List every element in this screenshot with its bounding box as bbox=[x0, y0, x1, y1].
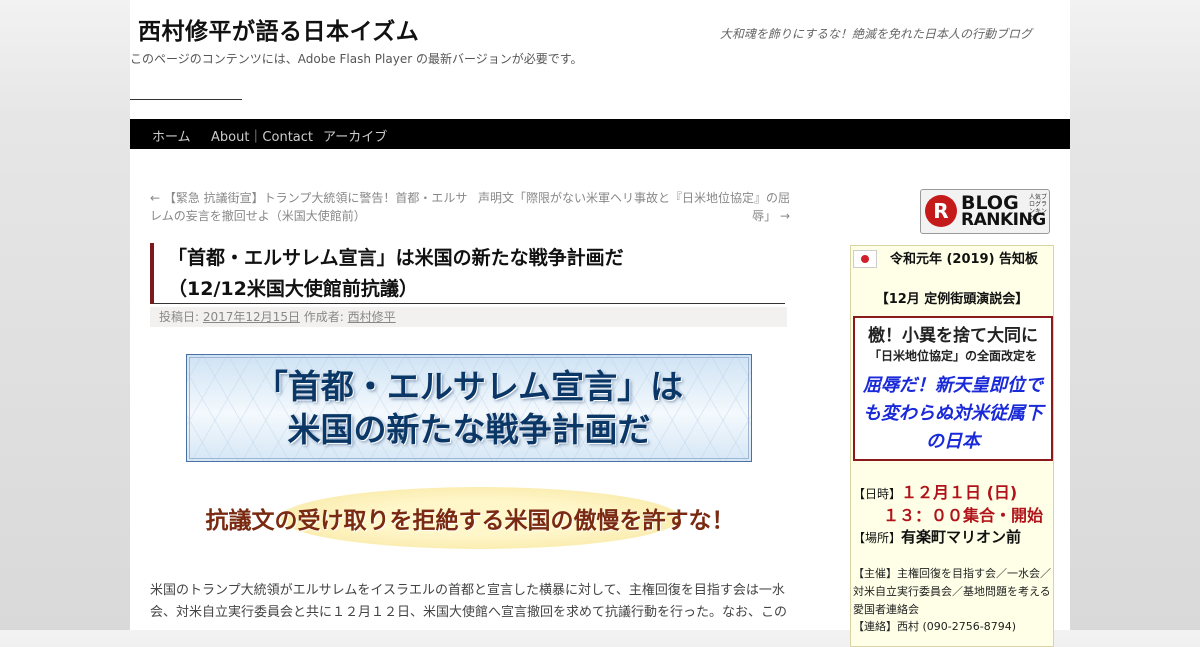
date-label: 【日時】 bbox=[853, 487, 902, 501]
body-line: 会、対米自立実行委員会と共に１２月１２日、米国大使館へ宣言撤回を求めて抗議行動を… bbox=[150, 605, 788, 620]
entry-title-line1: 「首都・エルサレム宣言」は米国の新たな戦争計画だ bbox=[168, 247, 624, 269]
place-value: 有楽町マリオン前 bbox=[901, 528, 1022, 546]
body-line: 米国のトランプ大統領がエルサレムをイスラエルの首都と宣言した横暴に対して、主権回… bbox=[150, 583, 785, 598]
ranking-logo-icon: R bbox=[925, 195, 957, 227]
notice-subtitle: 【12月 定例街頭演説会】 bbox=[875, 292, 1029, 307]
meta-author-label: 作成者: bbox=[303, 310, 344, 324]
theme-line1: 檄！小異を捨て大同に bbox=[868, 326, 1038, 346]
prev-post-link[interactable]: ← 【緊急 抗議街宣】トランプ大統領に警告！首都・エルサレムの妄言を撤回せよ（米… bbox=[150, 189, 470, 225]
date-row: 【日時】１２月１日 (日) bbox=[853, 479, 1017, 503]
entry-meta: 投稿日: 2017年12月15日 作成者: 西村修平 bbox=[150, 307, 787, 327]
blog-ranking-badge[interactable]: R BLOG RANKING 人気ブログランキング bbox=[920, 189, 1050, 234]
entry-title-line2: （12/12米国大使館前抗議） bbox=[168, 278, 418, 300]
header-divider bbox=[130, 99, 242, 100]
sidebar-notice-board: 令和元年 (2019) 告知板 【12月 定例街頭演説会】 檄！小異を捨て大同に… bbox=[850, 245, 1054, 647]
next-post-link[interactable]: 声明文「際限がない米軍ヘリ事故と『日米地位協定』の屈辱」 → bbox=[475, 189, 790, 225]
place-row: 【場所】有楽町マリオン前 bbox=[853, 526, 1021, 547]
time-value: １３：００集合・開始 bbox=[883, 506, 1044, 525]
flash-notice: このページのコンテンツには、Adobe Flash Player の最新バージョ… bbox=[130, 52, 583, 66]
time-row: １３：００集合・開始 bbox=[883, 502, 1043, 526]
japan-flag-icon bbox=[853, 250, 877, 268]
date-value: １２月１日 (日) bbox=[901, 483, 1018, 502]
meta-date-link[interactable]: 2017年12月15日 bbox=[203, 310, 300, 324]
entry-title: 「首都・エルサレム宣言」は米国の新たな戦争計画だ （12/12米国大使館前抗議） bbox=[150, 243, 785, 304]
main-nav: ホーム About｜Contact アーカイブ bbox=[130, 119, 1070, 149]
nav-item-about-contact[interactable]: About｜Contact bbox=[211, 126, 313, 145]
host-text: 【主催】主権回復を目指す会／一水会／対米自立実行委員会／基地問題を考える愛国者連… bbox=[853, 567, 1051, 616]
nav-item-archive[interactable]: アーカイブ bbox=[323, 126, 387, 145]
site-description: 大和魂を飾りにするな！絶滅を免れた日本人の行動ブログ bbox=[719, 27, 1032, 41]
theme-line2: 「日米地位協定」の全面改定を bbox=[868, 349, 1037, 363]
headline-banner-image: 「首都・エルサレム宣言」は 米国の新たな戦争計画だ bbox=[186, 354, 752, 462]
nav-item-home[interactable]: ホーム bbox=[152, 126, 191, 145]
meta-posted-label: 投稿日: bbox=[159, 310, 200, 324]
notice-title: 令和元年 (2019) 告知板 bbox=[889, 252, 1039, 267]
slogan-banner-text: 抗議文の受け取りを拒絶する米国の傲慢を許すな！ bbox=[205, 508, 735, 534]
meta-author-link[interactable]: 西村修平 bbox=[348, 310, 396, 324]
contact-text: 【連絡】西村 (090-2756-8794) bbox=[853, 620, 1017, 633]
banner-line1: 「首都・エルサレム宣言」は bbox=[254, 367, 684, 406]
page-container: 西村修平が語る日本イズム 大和魂を飾りにするな！絶滅を免れた日本人の行動ブログ … bbox=[130, 0, 1070, 647]
place-label: 【場所】 bbox=[853, 531, 902, 545]
site-title[interactable]: 西村修平が語る日本イズム bbox=[138, 12, 419, 46]
entry-body: 米国のトランプ大統領がエルサレムをイスラエルの首都と宣言した横暴に対して、主権回… bbox=[150, 580, 790, 624]
notice-theme-box: 檄！小異を捨て大同に 「日米地位協定」の全面改定を 屈辱だ！新天皇即位でも変わら… bbox=[853, 316, 1053, 461]
theme-line3: 屈辱だ！新天皇即位でも変わらぬ対米従属下の日本 bbox=[863, 375, 1043, 452]
ranking-badge-small: 人気ブログランキング bbox=[1029, 194, 1048, 222]
banner-line2: 米国の新たな戦争計画だ bbox=[287, 410, 651, 449]
